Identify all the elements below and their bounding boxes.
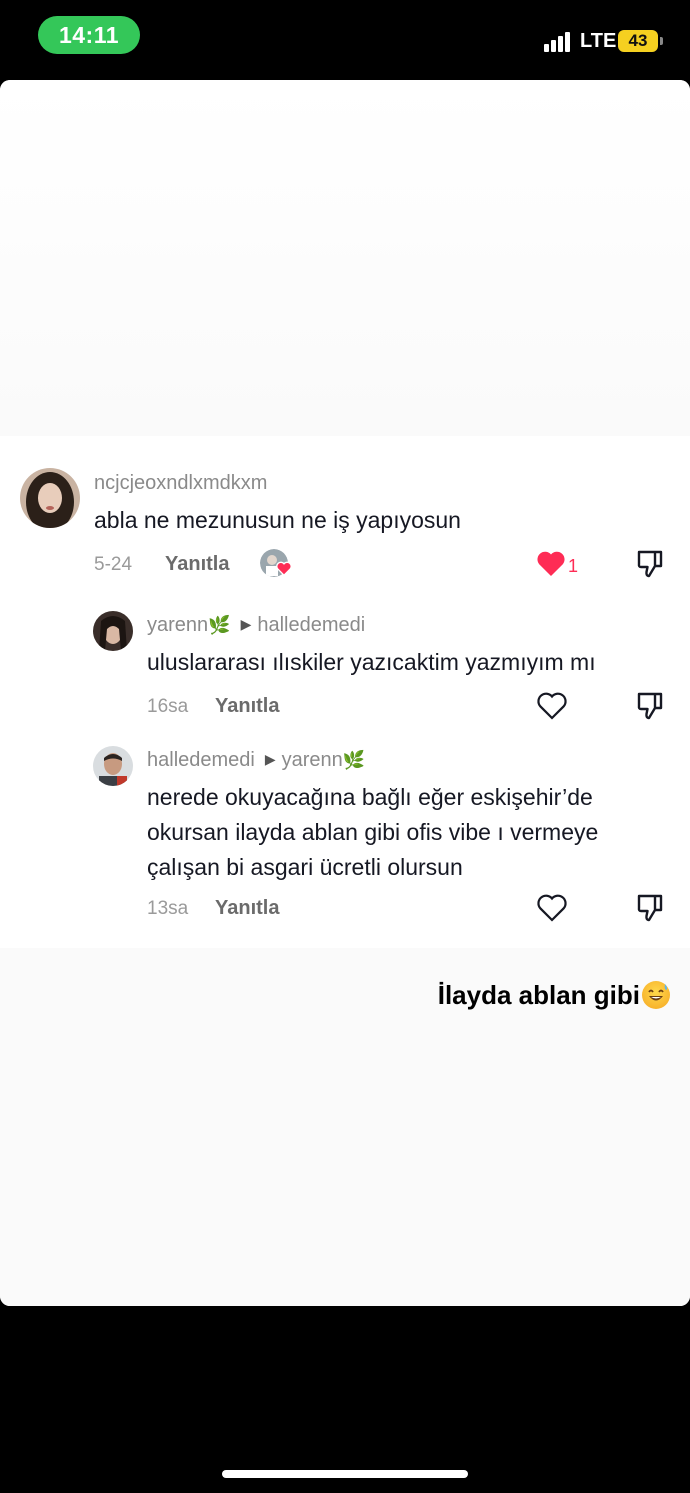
status-time: 14:11 <box>38 16 140 54</box>
reply-date: 16sa <box>147 696 189 717</box>
leaf-icon: 🌿 <box>342 750 366 770</box>
reply-date: 13sa <box>147 898 189 919</box>
like-heart-icon[interactable] <box>537 894 567 922</box>
reply-text-line: çalışan bi asgari ücretli olursun <box>147 854 463 880</box>
reply-button[interactable]: Yanıtla <box>215 695 279 718</box>
network-type: LTE <box>580 30 617 52</box>
avatar[interactable] <box>20 468 80 528</box>
reply-to-username[interactable]: halledemedi <box>257 614 365 636</box>
cellular-signal-icon <box>544 30 572 52</box>
like-heart-icon[interactable] <box>536 550 566 578</box>
reply-to-username[interactable]: yarenn <box>282 749 343 771</box>
battery-level: 43 <box>628 31 648 50</box>
reply-text-line: okursan ilayda ablan gibi ofis vibe ı ve… <box>147 819 599 845</box>
dislike-icon[interactable] <box>636 893 664 923</box>
reply-username[interactable]: yarenn🌿 ▶ halledemedi <box>147 614 365 637</box>
battery-icon: 43 <box>618 30 658 52</box>
status-bar: 14:11 LTE 43 <box>0 0 690 80</box>
like-count: 1 <box>568 556 579 576</box>
battery-cap <box>660 37 663 45</box>
reply-button[interactable]: Yanıtla <box>165 553 229 576</box>
story-top-area <box>0 80 690 436</box>
creator-heart-icon <box>276 561 292 576</box>
leaf-icon: 🌿 <box>208 615 231 635</box>
caption-text: İlayda ablan gibi <box>437 980 640 1010</box>
comment-date: 5-24 <box>94 554 133 575</box>
reply-username[interactable]: halledemedi ▶ yarenn🌿 <box>147 749 365 772</box>
comment-username[interactable]: ncjcjeoxndlxmdkxm <box>94 472 267 495</box>
reply-text-line: nerede okuyacağına bağlı eğer eskişehir’… <box>147 784 593 810</box>
avatar[interactable] <box>93 746 133 786</box>
story-card: ncjcjeoxndlxmdkxm abla ne mezunusun ne i… <box>0 80 690 1306</box>
home-indicator[interactable] <box>222 1470 468 1478</box>
avatar[interactable] <box>93 611 133 651</box>
comment-text: abla ne mezunusun ne iş yapıyosun <box>94 507 461 533</box>
sweat-smile-emoji-icon <box>642 981 670 1009</box>
comment-screenshot: ncjcjeoxndlxmdkxm abla ne mezunusun ne i… <box>0 436 690 948</box>
dislike-icon[interactable] <box>636 549 664 579</box>
reply-text: uluslararası ılıskiler yazıcaktim yazmıy… <box>147 649 596 675</box>
reply-arrow-icon: ▶ <box>240 616 252 632</box>
reply-button[interactable]: Yanıtla <box>215 897 279 920</box>
story-caption: İlayda ablan gibi <box>438 980 670 1011</box>
reply-arrow-icon: ▶ <box>264 751 276 767</box>
like-heart-icon[interactable] <box>537 692 567 720</box>
dislike-icon[interactable] <box>636 691 664 721</box>
